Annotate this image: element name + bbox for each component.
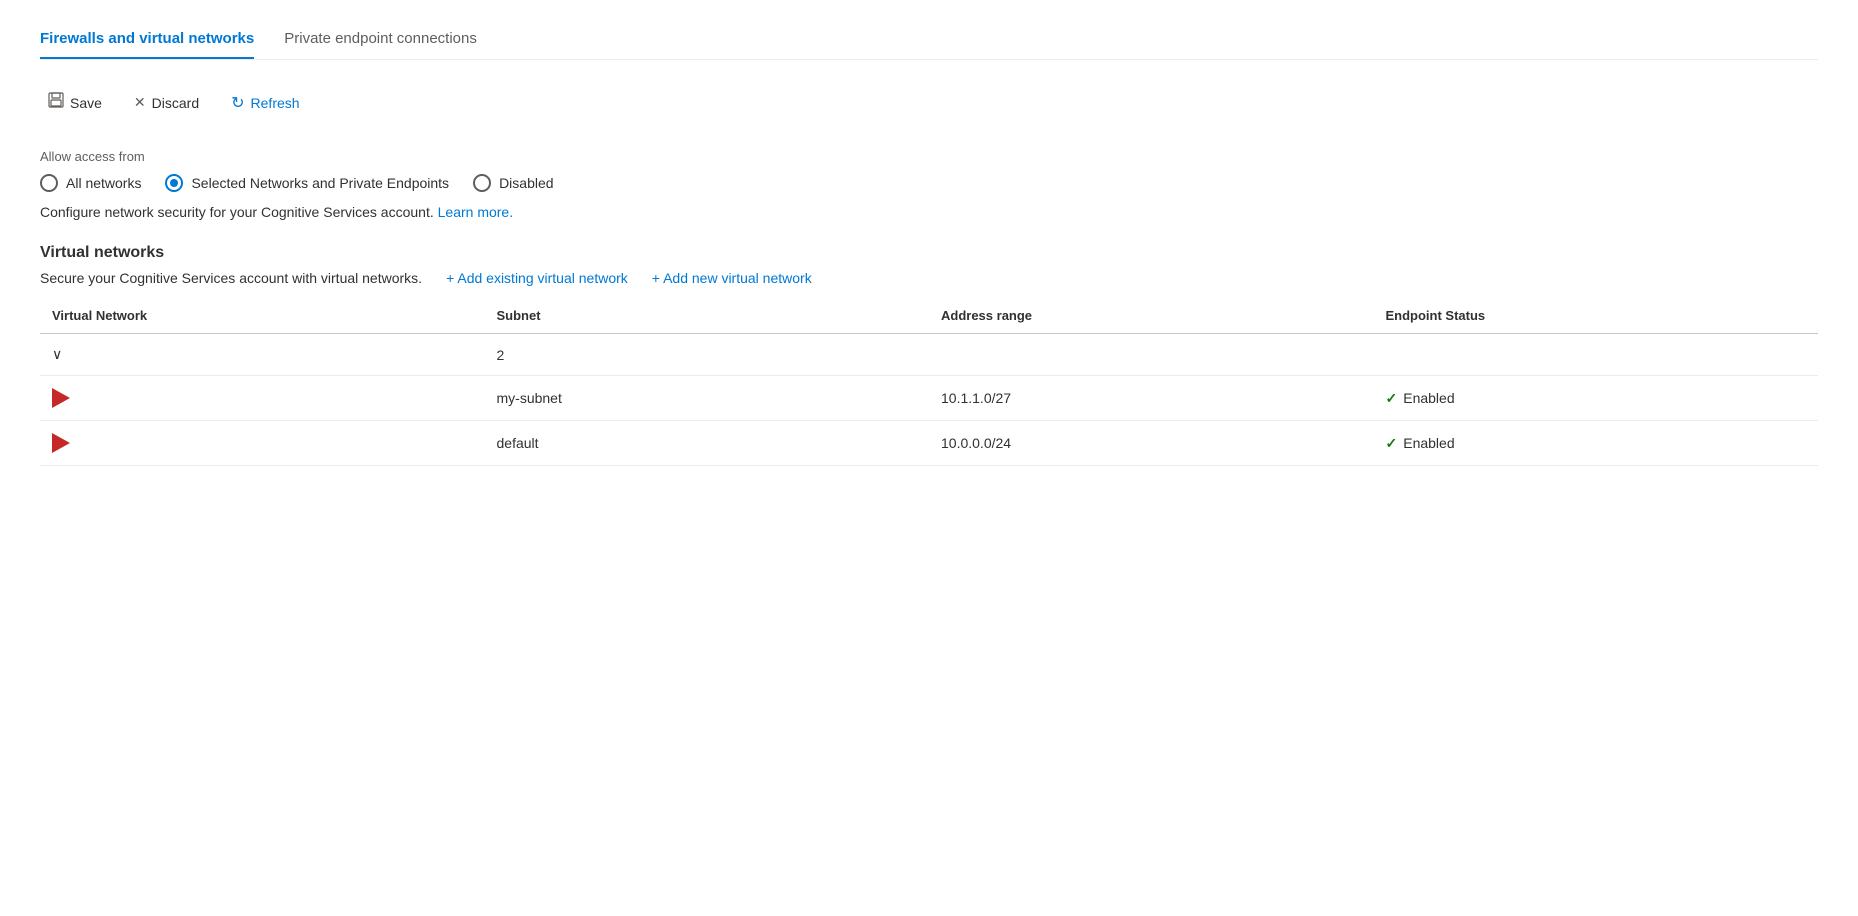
radio-selected-networks-label: Selected Networks and Private Endpoints [191, 175, 449, 191]
col-header-vnet: Virtual Network [40, 298, 485, 334]
arrow-right-icon-1 [52, 388, 70, 408]
refresh-label: Refresh [251, 95, 300, 111]
toolbar: Save ✕ Discard ↻ Refresh [40, 80, 1818, 125]
add-existing-vnet-link[interactable]: + Add existing virtual network [446, 270, 628, 286]
save-button[interactable]: Save [40, 88, 110, 117]
radio-all-networks-circle [40, 174, 58, 192]
radio-selected-networks-inner [170, 179, 178, 187]
row2-status: ✓ Enabled [1374, 421, 1819, 466]
add-new-vnet-link[interactable]: + Add new virtual network [652, 270, 812, 286]
tab-bar: Firewalls and virtual networks Private e… [40, 20, 1818, 60]
row1-status-label: Enabled [1403, 390, 1454, 406]
radio-all-networks-label: All networks [66, 175, 141, 191]
row1-subnet: my-subnet [485, 376, 930, 421]
virtual-networks-title: Virtual networks [40, 244, 1818, 262]
row1-status: ✓ Enabled [1374, 376, 1819, 421]
vnet-header: Secure your Cognitive Services account w… [40, 270, 1818, 286]
discard-icon: ✕ [134, 94, 146, 111]
col-header-addr: Address range [929, 298, 1374, 334]
radio-disabled[interactable]: Disabled [473, 174, 553, 192]
tab-firewalls[interactable]: Firewalls and virtual networks [40, 20, 254, 59]
row2-addr: 10.0.0.0/24 [929, 421, 1374, 466]
check-icon-1: ✓ [1386, 390, 1398, 407]
tab-private-endpoints[interactable]: Private endpoint connections [284, 20, 477, 59]
learn-more-link[interactable]: Learn more. [438, 204, 513, 220]
radio-selected-networks-circle [165, 174, 183, 192]
allow-access-label: Allow access from [40, 149, 1818, 164]
check-icon-2: ✓ [1386, 435, 1398, 452]
discard-label: Discard [152, 95, 199, 111]
radio-disabled-label: Disabled [499, 175, 553, 191]
table-row: default 10.0.0.0/24 ✓ Enabled [40, 421, 1818, 466]
group-row-addr [929, 334, 1374, 376]
save-label: Save [70, 95, 102, 111]
save-icon [48, 92, 64, 113]
group-row-status [1374, 334, 1819, 376]
description-text: Configure network security for your Cogn… [40, 204, 1818, 220]
col-header-subnet: Subnet [485, 298, 930, 334]
col-header-status: Endpoint Status [1374, 298, 1819, 334]
row2-vnet [40, 421, 485, 466]
row1-addr: 10.1.1.0/27 [929, 376, 1374, 421]
group-row-subnet: 2 [485, 334, 930, 376]
row1-vnet [40, 376, 485, 421]
arrow-right-icon-2 [52, 433, 70, 453]
discard-button[interactable]: ✕ Discard [126, 90, 207, 115]
radio-disabled-circle [473, 174, 491, 192]
chevron-down-icon[interactable]: ∨ [52, 346, 62, 362]
refresh-button[interactable]: ↻ Refresh [223, 89, 307, 117]
row2-subnet: default [485, 421, 930, 466]
table-row: my-subnet 10.1.1.0/27 ✓ Enabled [40, 376, 1818, 421]
description-static: Configure network security for your Cogn… [40, 204, 434, 220]
refresh-icon: ↻ [231, 93, 244, 113]
radio-selected-networks[interactable]: Selected Networks and Private Endpoints [165, 174, 449, 192]
group-row-vnet: ∨ [40, 334, 485, 376]
access-radio-group: All networks Selected Networks and Priva… [40, 174, 1818, 192]
vnet-table: Virtual Network Subnet Address range End… [40, 298, 1818, 466]
table-group-row: ∨ 2 [40, 334, 1818, 376]
table-header-row: Virtual Network Subnet Address range End… [40, 298, 1818, 334]
vnet-description: Secure your Cognitive Services account w… [40, 270, 422, 286]
radio-all-networks[interactable]: All networks [40, 174, 141, 192]
row2-status-label: Enabled [1403, 435, 1454, 451]
